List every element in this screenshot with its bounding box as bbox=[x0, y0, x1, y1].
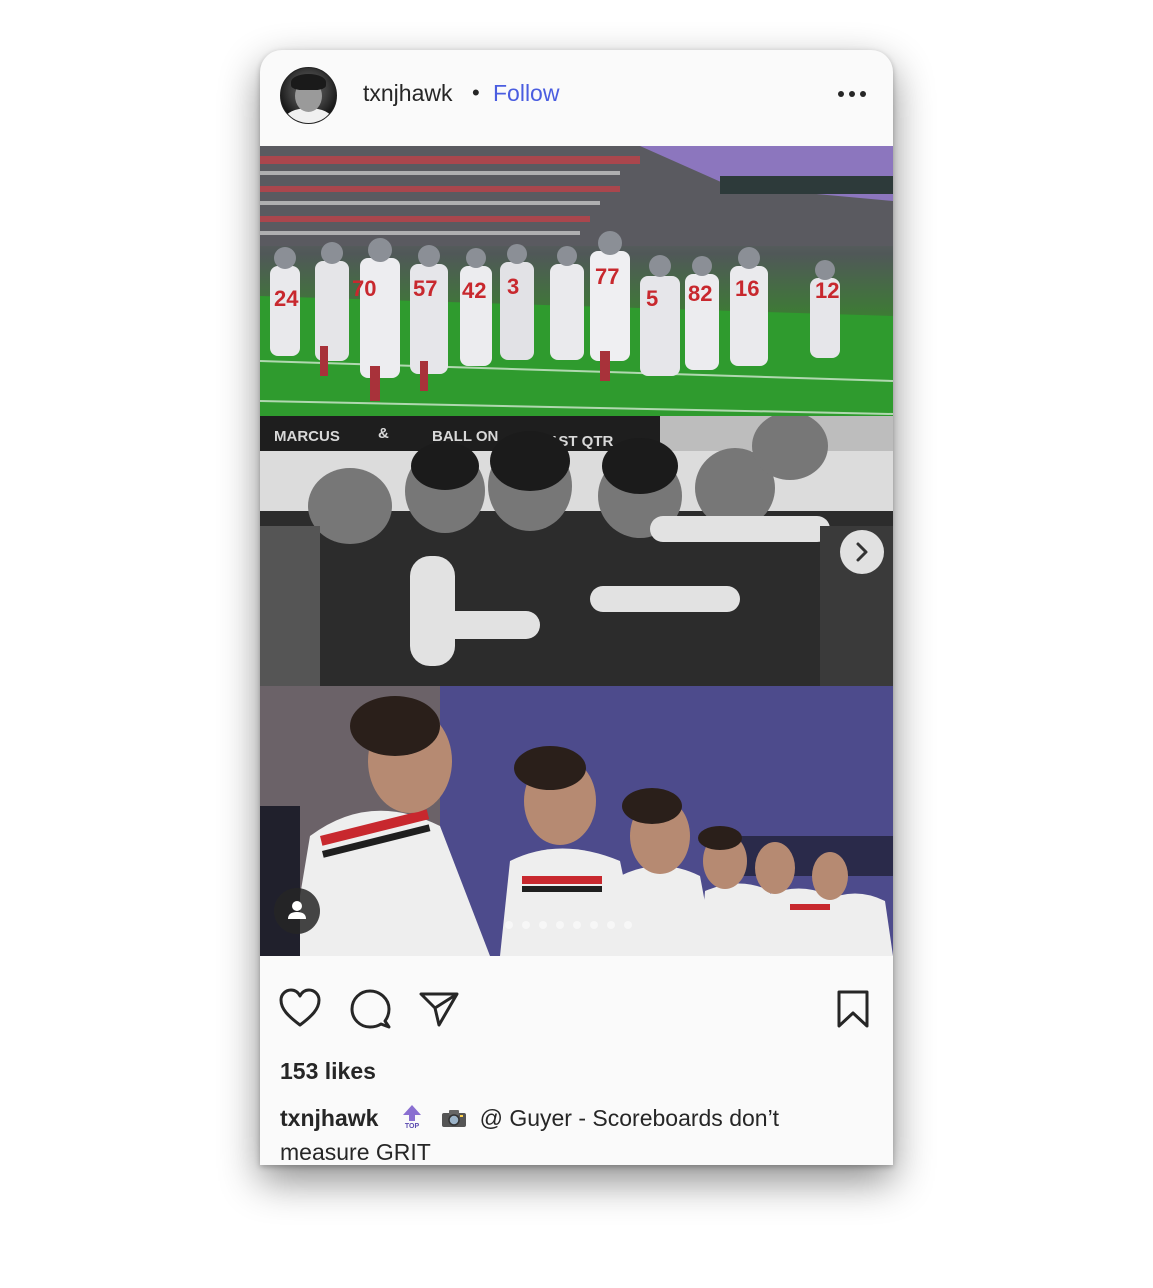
carousel-dot bbox=[522, 921, 530, 929]
svg-text:TOP: TOP bbox=[405, 1123, 420, 1129]
save-button[interactable] bbox=[835, 989, 871, 1034]
person-icon bbox=[288, 901, 306, 919]
jersey-number: 82 bbox=[688, 281, 712, 306]
jersey-number: 3 bbox=[507, 274, 519, 299]
photo-team-running-onto-field: 24 70 57 42 3 77 5 82 16 12 bbox=[260, 146, 893, 416]
jersey-number: 24 bbox=[274, 286, 299, 311]
carousel-dot bbox=[607, 921, 615, 929]
top-arrow-icon: TOP bbox=[401, 1103, 423, 1137]
tagged-users-button[interactable] bbox=[274, 888, 320, 934]
paper-plane-icon bbox=[419, 992, 459, 1027]
jersey-number: 70 bbox=[352, 276, 376, 301]
camera-icon bbox=[441, 1105, 467, 1136]
like-button[interactable] bbox=[278, 988, 322, 1033]
separator-dot: • bbox=[472, 80, 480, 105]
jersey-number: 12 bbox=[815, 278, 839, 303]
jersey-number: 42 bbox=[462, 278, 486, 303]
post-card: txnjhawk • Follow 24 70 57 42 3 77 5 82 … bbox=[260, 50, 893, 1165]
follow-button[interactable]: Follow bbox=[493, 80, 559, 107]
share-button[interactable] bbox=[418, 990, 460, 1033]
post-media-carousel[interactable]: 24 70 57 42 3 77 5 82 16 12 MARCUS & BAL… bbox=[260, 146, 893, 956]
more-options-icon[interactable] bbox=[834, 80, 870, 108]
jersey-number: 77 bbox=[595, 264, 619, 289]
username[interactable]: txnjhawk bbox=[363, 80, 452, 107]
heart-icon bbox=[279, 988, 321, 1027]
scoreboard-text: MARCUS bbox=[274, 428, 340, 445]
post-header: txnjhawk • Follow bbox=[260, 50, 893, 146]
carousel-dot-active bbox=[556, 921, 564, 929]
bookmark-icon bbox=[837, 990, 869, 1028]
carousel-dot bbox=[590, 921, 598, 929]
chevron-right-icon bbox=[856, 542, 868, 562]
jersey-number: 57 bbox=[413, 276, 437, 301]
photo-players-sideline bbox=[260, 686, 893, 956]
avatar[interactable] bbox=[280, 67, 337, 124]
scoreboard-text: & bbox=[378, 425, 389, 442]
like-count[interactable]: 153 likes bbox=[280, 1058, 376, 1085]
comment-button[interactable] bbox=[349, 988, 391, 1035]
carousel-dot bbox=[505, 921, 513, 929]
carousel-dot bbox=[539, 921, 547, 929]
caption: txnjhawk TOP @ Guyer - Scoreboards don’t… bbox=[280, 1103, 870, 1165]
action-bar bbox=[260, 956, 893, 1046]
caption-username[interactable]: txnjhawk bbox=[280, 1105, 378, 1131]
carousel-dot bbox=[573, 921, 581, 929]
carousel-next-button[interactable] bbox=[840, 530, 884, 574]
photo-team-huddle-bw: MARCUS & BALL ON 1ST QTR bbox=[260, 416, 893, 686]
comment-icon bbox=[350, 989, 391, 1029]
jersey-number: 5 bbox=[646, 286, 658, 311]
carousel-dot bbox=[624, 921, 632, 929]
jersey-number: 16 bbox=[735, 276, 759, 301]
